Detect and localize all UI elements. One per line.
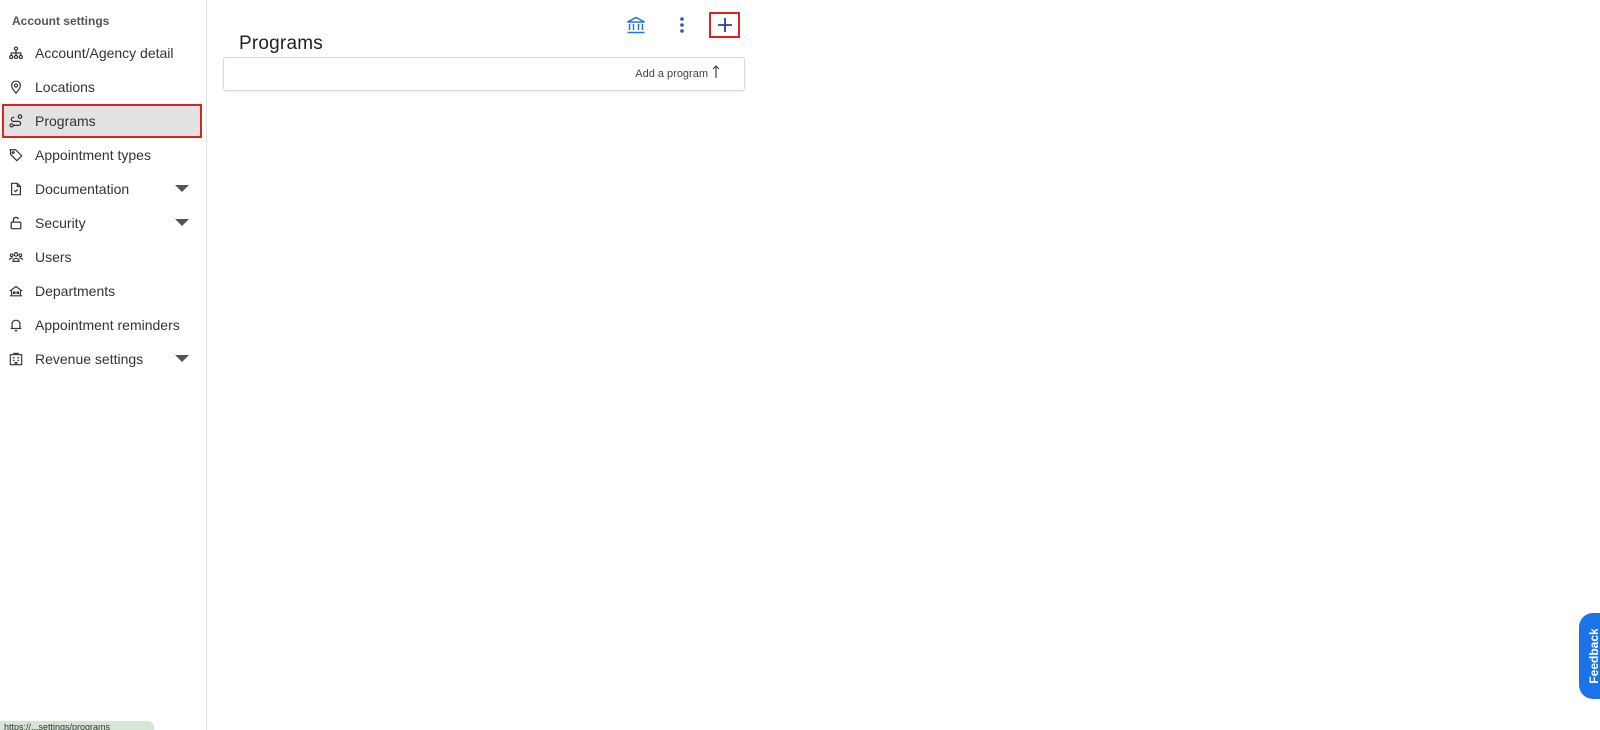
institution-button[interactable] [622,12,650,38]
sidebar-item-locations[interactable]: Locations [2,70,202,104]
sidebar-item-users[interactable]: Users [2,240,202,274]
sidebar-item-departments[interactable]: Departments [2,274,202,308]
sidebar-item-documentation[interactable]: Documentation [2,172,202,206]
app-root: Account settings Account/Agency detail L… [0,0,1600,730]
sidebar-item-label: Appointment types [35,147,151,163]
sidebar-item-label: Locations [35,79,95,95]
map-pin-icon [8,79,24,95]
sidebar-item-label: Departments [35,283,116,299]
sidebar-item-label: Account/Agency detail [35,45,174,61]
sidebar-item-revenue-settings[interactable]: Revenue settings [2,342,202,376]
sidebar-item-label: Users [35,249,72,265]
sidebar-item-account-agency-detail[interactable]: Account/Agency detail [2,36,202,70]
feedback-button[interactable]: Feedback [1579,613,1600,699]
main-content: Programs Add a program [208,0,1600,730]
lock-icon [8,215,24,231]
sidebar-header: Account settings [12,14,110,28]
more-vert-icon [680,17,684,33]
document-icon [8,181,24,197]
institution-icon [627,16,645,34]
add-program-link[interactable]: Add a program [635,68,708,80]
sitemap-icon [8,45,24,61]
chevron-down-icon[interactable] [175,219,189,226]
settings-sidebar: Account settings Account/Agency detail L… [0,0,207,730]
department-icon [8,283,24,299]
plus-icon [717,18,732,32]
sort-arrow-icon[interactable] [710,64,722,80]
building-icon [8,351,24,367]
sidebar-item-security[interactable]: Security [2,206,202,240]
sidebar-item-appointment-reminders[interactable]: Appointment reminders [2,308,202,342]
programs-list-card: Add a program [223,57,745,91]
page-title: Programs [239,32,323,54]
status-url-chip: https://...settings/programs [0,721,154,730]
users-icon [8,249,24,265]
sidebar-item-label: Programs [35,113,96,129]
route-icon [8,113,24,129]
chevron-down-icon[interactable] [175,355,189,362]
tag-icon [8,147,24,163]
chevron-down-icon[interactable] [175,185,189,192]
add-button[interactable] [709,12,740,38]
feedback-label: Feedback [1587,628,1600,684]
sidebar-item-label: Appointment reminders [35,317,180,333]
sidebar-item-programs[interactable]: Programs [2,104,202,138]
more-options-button[interactable] [668,12,696,38]
sidebar-item-appointment-types[interactable]: Appointment types [2,138,202,172]
sidebar-nav: Account/Agency detail Locations Programs… [0,36,206,376]
bell-icon [8,317,24,333]
